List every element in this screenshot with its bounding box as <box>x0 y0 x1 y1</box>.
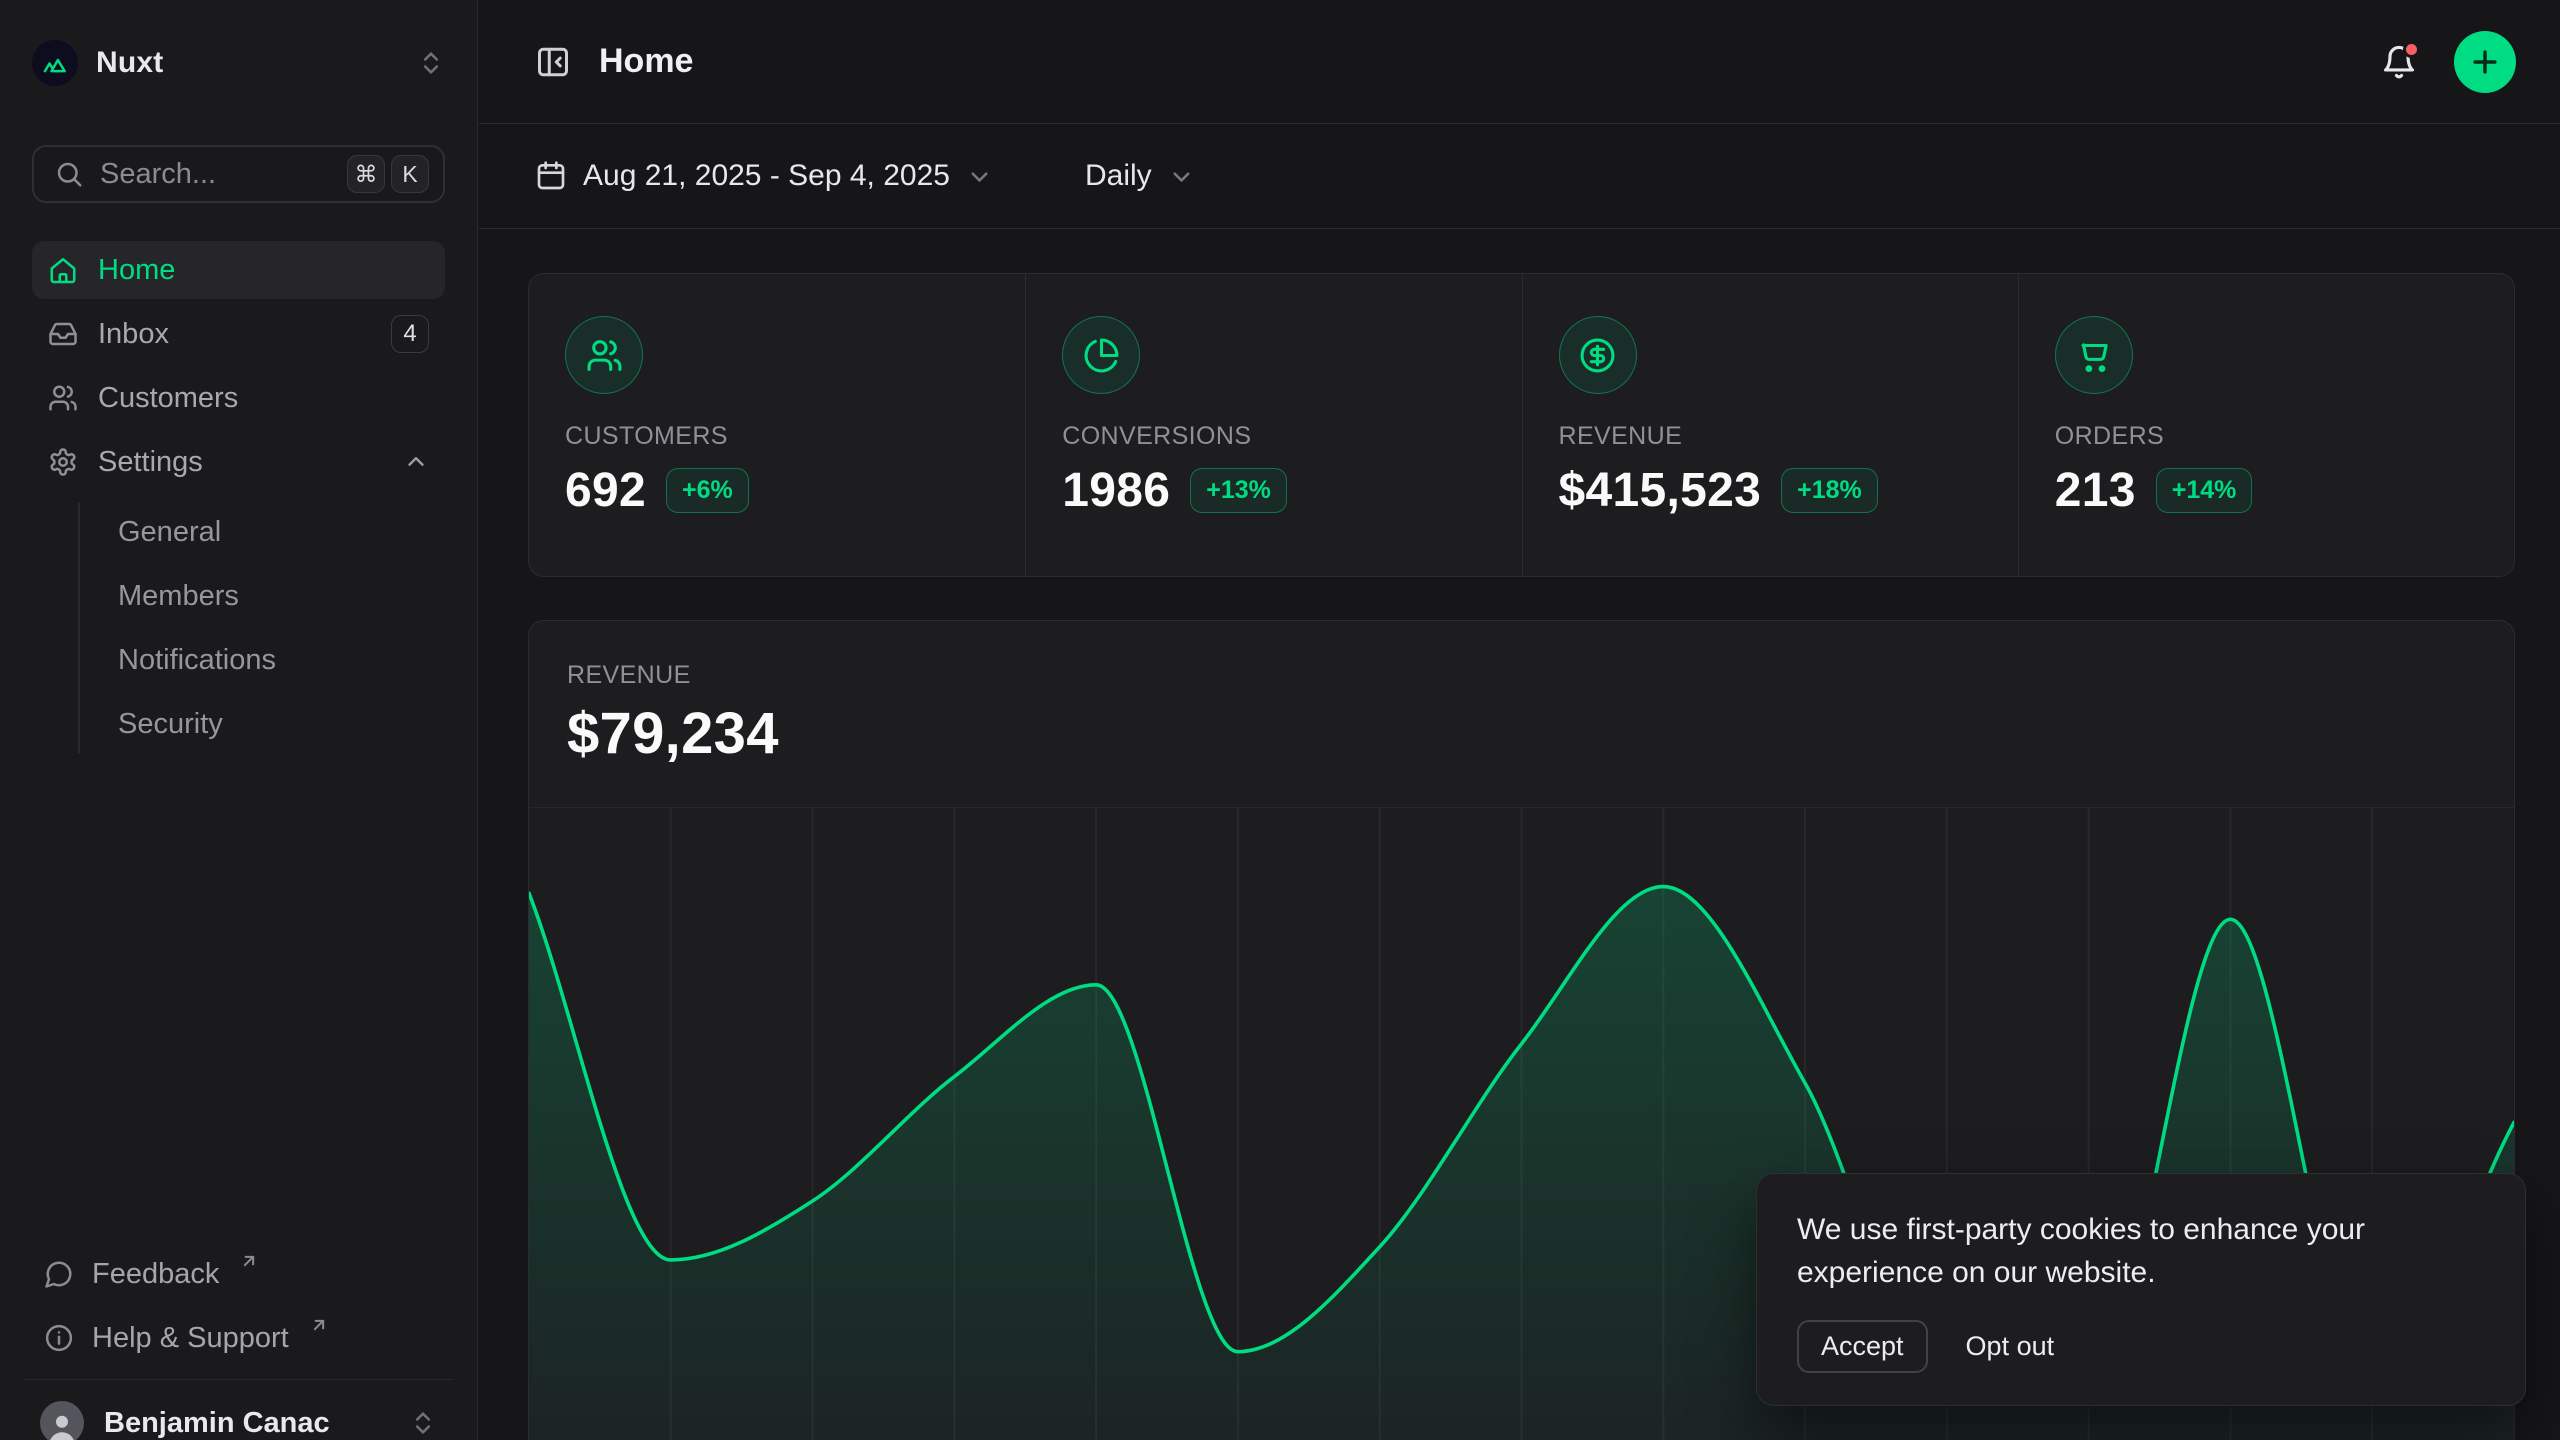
inbox-count-badge: 4 <box>391 315 429 353</box>
stat-label: ORDERS <box>2055 422 2514 451</box>
topbar: Home <box>479 0 2560 124</box>
plus-icon <box>2468 45 2502 79</box>
stat-delta-badge: +6% <box>666 468 749 513</box>
sidebar-item-customers[interactable]: Customers <box>32 369 445 427</box>
sidebar-item-inbox[interactable]: Inbox 4 <box>32 305 445 363</box>
stats-row: CUSTOMERS 692 +6% CONVERSIONS 1986 <box>528 273 2515 577</box>
settings-submenu: General Members Notifications Security <box>78 503 445 753</box>
granularity-label: Daily <box>1085 159 1152 193</box>
pie-chart-icon <box>1062 316 1140 394</box>
external-link-icon <box>309 1315 329 1335</box>
user-menu[interactable]: Benjamin Canac <box>32 1394 445 1440</box>
k-key-badge: K <box>391 155 429 193</box>
message-circle-icon <box>44 1259 74 1289</box>
date-range-label: Aug 21, 2025 - Sep 4, 2025 <box>583 159 950 193</box>
stat-card-revenue: REVENUE $415,523 +18% <box>1522 274 2018 576</box>
search-placeholder: Search... <box>100 158 216 191</box>
user-name: Benjamin Canac <box>104 1407 330 1440</box>
dollar-circle-icon <box>1559 316 1637 394</box>
cookie-banner: We use first-party cookies to enhance yo… <box>1756 1173 2526 1406</box>
help-support-link[interactable]: Help & Support <box>32 1309 445 1367</box>
sub-item-label: Notifications <box>118 644 276 677</box>
cookie-message: We use first-party cookies to enhance yo… <box>1797 1208 2437 1294</box>
brand-name: Nuxt <box>96 46 163 80</box>
stat-card-customers: CUSTOMERS 692 +6% <box>529 274 1025 576</box>
external-link-icon <box>239 1251 259 1271</box>
sidebar-item-home[interactable]: Home <box>32 241 445 299</box>
sidebar-collapse-icon[interactable] <box>535 44 571 80</box>
stat-label: REVENUE <box>1559 422 2018 451</box>
sidebar-item-label: Home <box>98 254 175 287</box>
sidebar-item-general[interactable]: General <box>106 503 445 561</box>
sidebar-item-settings[interactable]: Settings <box>32 433 445 491</box>
stat-value: 692 <box>565 463 646 518</box>
sidebar-footer: Feedback Help & Support <box>32 1245 445 1440</box>
chevron-up-icon <box>403 449 429 475</box>
stat-label: CONVERSIONS <box>1062 422 1521 451</box>
shopping-cart-icon <box>2055 316 2133 394</box>
sub-item-label: Security <box>118 708 223 741</box>
search-shortcut: ⌘ K <box>347 155 429 193</box>
nuxt-logo-icon <box>32 40 78 86</box>
sidebar-item-label: Customers <box>98 382 238 415</box>
granularity-select[interactable]: Daily <box>1085 159 1195 193</box>
sub-item-label: General <box>118 516 221 549</box>
gear-icon <box>48 447 78 477</box>
inbox-icon <box>48 319 78 349</box>
home-icon <box>48 255 78 285</box>
footer-link-label: Help & Support <box>92 1322 289 1355</box>
sidebar-item-members[interactable]: Members <box>106 567 445 625</box>
sidebar-item-notifications[interactable]: Notifications <box>106 631 445 689</box>
optout-cookies-button[interactable]: Opt out <box>1966 1331 2055 1362</box>
stat-value: 1986 <box>1062 463 1170 518</box>
add-button[interactable] <box>2454 31 2516 93</box>
accept-cookies-button[interactable]: Accept <box>1797 1320 1928 1373</box>
stat-delta-badge: +13% <box>1190 468 1287 513</box>
sub-item-label: Members <box>118 580 239 613</box>
dashboard-app: Nuxt Search... ⌘ K <box>0 0 2560 1440</box>
notification-dot <box>2403 41 2420 58</box>
notifications-button[interactable] <box>2380 43 2418 81</box>
sidebar: Nuxt Search... ⌘ K <box>0 0 478 1440</box>
users-icon <box>48 383 78 413</box>
stat-card-orders: ORDERS 213 +14% <box>2018 274 2514 576</box>
sidebar-item-security[interactable]: Security <box>106 695 445 753</box>
feedback-link[interactable]: Feedback <box>32 1245 445 1303</box>
chevron-down-icon <box>966 163 993 190</box>
info-circle-icon <box>44 1323 74 1353</box>
stat-value: 213 <box>2055 463 2136 518</box>
calendar-icon <box>535 160 567 192</box>
cmd-key-badge: ⌘ <box>347 155 385 193</box>
avatar <box>40 1401 84 1440</box>
filter-bar: Aug 21, 2025 - Sep 4, 2025 Daily <box>479 124 2560 229</box>
search-icon <box>54 159 84 189</box>
sidebar-divider <box>24 1379 453 1380</box>
chevrons-up-down-icon <box>417 49 445 77</box>
date-range-picker[interactable]: Aug 21, 2025 - Sep 4, 2025 <box>535 159 993 193</box>
search-input[interactable]: Search... ⌘ K <box>32 145 445 203</box>
chevron-down-icon <box>1168 163 1195 190</box>
chart-title: REVENUE <box>567 661 2514 690</box>
sidebar-item-label: Inbox <box>98 318 169 351</box>
stat-card-conversions: CONVERSIONS 1986 +13% <box>1025 274 1521 576</box>
page-title: Home <box>599 42 693 81</box>
footer-link-label: Feedback <box>92 1258 219 1291</box>
sidebar-nav: Home Inbox 4 <box>32 241 445 753</box>
chevrons-up-down-icon <box>409 1409 437 1437</box>
users-icon <box>565 316 643 394</box>
chart-total-value: $79,234 <box>567 700 2514 767</box>
stat-value: $415,523 <box>1559 463 1762 518</box>
stat-delta-badge: +14% <box>2156 468 2253 513</box>
stat-delta-badge: +18% <box>1781 468 1878 513</box>
workspace-switcher[interactable]: Nuxt <box>32 34 445 92</box>
stat-label: CUSTOMERS <box>565 422 1025 451</box>
sidebar-item-label: Settings <box>98 446 203 479</box>
